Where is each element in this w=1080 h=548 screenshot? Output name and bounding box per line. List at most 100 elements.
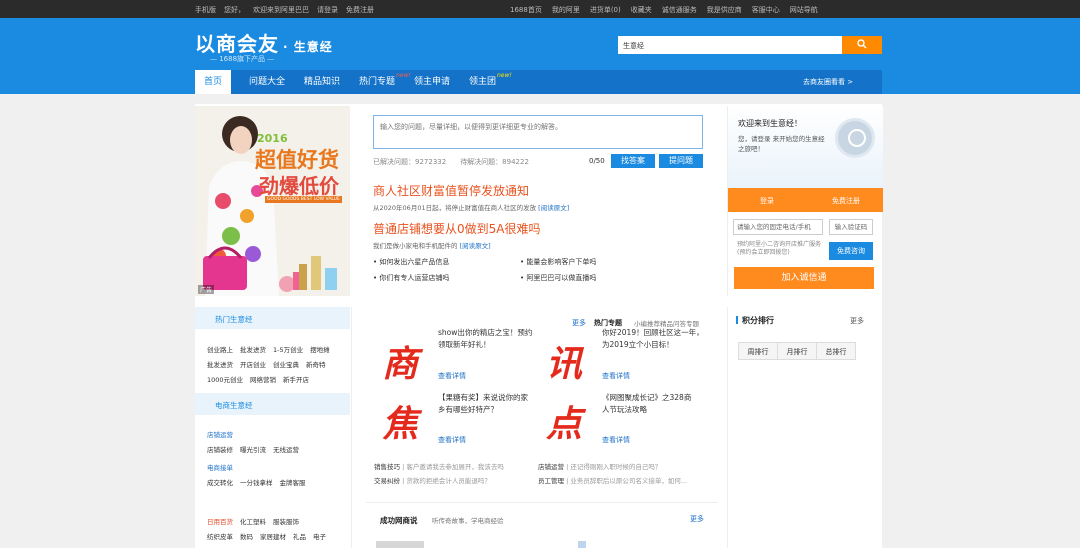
register-button[interactable]: 免费注册	[832, 196, 860, 206]
tab-weekly[interactable]: 周排行	[738, 342, 778, 360]
register-link[interactable]: 免费注册	[346, 5, 374, 15]
nav-knowledge[interactable]: 精品知识	[304, 70, 340, 94]
nav-home[interactable]: 首页	[195, 70, 231, 94]
mobile-link[interactable]: 手机版	[195, 5, 216, 15]
list-item[interactable]: • 你们有专人运营店铺吗	[373, 273, 449, 283]
ask-question-button[interactable]: 提问题	[659, 154, 703, 168]
list-item[interactable]: • 如何发出六星产品信息	[373, 257, 449, 267]
sidebar-link[interactable]: 数码	[240, 531, 253, 541]
top-link-favorites[interactable]: 收藏夹	[631, 5, 652, 15]
sidebar-section-hot: 热门生意经	[195, 307, 350, 329]
captcha-input[interactable]: 输入验证码	[829, 219, 873, 235]
table-row[interactable]: 销售技巧 | 客户邀请我去参加展开，我该去吗	[374, 461, 504, 471]
table-row[interactable]: 员工管理 | 业务员辞职后以原公司名义接单，如何...	[538, 475, 687, 485]
header: 以商会友 · 生意经 — 1688旗下产品 — 生意经	[0, 18, 1080, 70]
nav-lord-new-badge: new!	[497, 72, 512, 79]
sidebar-link[interactable]: 电子	[313, 531, 326, 541]
top-link-home[interactable]: 1688首页	[510, 5, 542, 15]
sidebar-link[interactable]: 成交转化	[207, 477, 233, 487]
news-desc-2-text: 我们是做小家电和手机配件的	[373, 242, 458, 250]
sidebar-link[interactable]: 批发进货	[207, 359, 233, 369]
table-row[interactable]: 交易纠纷 | 货款的拒绝会计人员能退吗？	[374, 475, 491, 485]
sidebar-category-orders[interactable]: 电商接单	[207, 462, 233, 472]
feature-article-2[interactable]: 你好2019！回顾社区这一年，为2019立个小目标！	[602, 327, 706, 351]
ad-label: 广告	[198, 285, 215, 294]
sidebar-link[interactable]: 一分钱拿样	[240, 477, 273, 487]
search-input[interactable]	[659, 38, 841, 52]
sidebar-link[interactable]: 1-5万创业	[273, 344, 303, 354]
search-icon	[857, 39, 867, 49]
view-details-2[interactable]: 查看详情	[602, 371, 630, 381]
sidebar-link[interactable]: 化工塑料	[240, 516, 266, 526]
feature-article-3[interactable]: 【果糖有奖】来说说你的家乡有哪些好特产？	[438, 392, 534, 416]
list-item[interactable]: • 阿里巴巴可以做直播吗	[520, 273, 596, 283]
tab-monthly[interactable]: 月排行	[777, 342, 817, 360]
sidebar-link[interactable]: 无线运营	[273, 444, 299, 454]
ad-banner[interactable]: 2016 超值好货 劲爆低价 GOOD GOODS BEST LOW VALUE…	[195, 106, 350, 296]
sidebar-link[interactable]: 金牌客服	[280, 477, 306, 487]
list-item[interactable]: • 能量会影响客户下单吗	[520, 257, 596, 267]
story-icon	[578, 541, 586, 548]
view-details-3[interactable]: 查看详情	[438, 435, 466, 445]
feature-char-4: 点	[546, 403, 583, 445]
search-scope-select[interactable]: 生意经	[623, 41, 644, 51]
site-logo[interactable]: 以商会友 · 生意经	[195, 28, 333, 57]
top-link-cart[interactable]: 进货单(0)	[590, 5, 621, 15]
news-read-more-2[interactable]: [阅读原文]	[460, 242, 491, 250]
sidebar-link[interactable]: 日用百货	[207, 516, 233, 526]
join-button[interactable]: 加入诚信通	[734, 267, 874, 289]
sidebar-category-store[interactable]: 店铺运营	[207, 429, 233, 439]
top-link-help[interactable]: 客服中心	[752, 5, 780, 15]
sidebar-link[interactable]: 曝光引流	[240, 444, 266, 454]
sidebar-link[interactable]: 创业路上	[207, 344, 233, 354]
find-answer-button[interactable]: 找答案	[611, 154, 655, 168]
sidebar-link[interactable]: 1000元创业	[207, 374, 243, 384]
search-box: 生意经	[618, 36, 882, 54]
nav-friends-link[interactable]: 去商友圈看看 >	[803, 70, 853, 94]
nav-topics[interactable]: 热门专题	[359, 70, 395, 94]
top-link-supplier[interactable]: 我是供应商	[707, 5, 742, 15]
phone-input[interactable]: 请输入您的固定电话/手机	[733, 219, 823, 235]
free-consult-button[interactable]: 免费咨询	[829, 242, 873, 260]
sidebar-link[interactable]: 开店创业	[240, 359, 266, 369]
sidebar-link[interactable]: 店铺装修	[207, 444, 233, 454]
main-nav: 首页 问题大全 精品知识 热门专题 new! 领主申请 领主团 new! 去商友…	[0, 70, 1080, 94]
rank-tabs: 周排行 月排行 总排行	[738, 342, 856, 360]
feature-more-link[interactable]: 更多	[572, 318, 586, 328]
story-thumbnail[interactable]	[376, 541, 424, 548]
row-category: 员工管理	[538, 477, 564, 485]
login-button[interactable]: 登录	[760, 196, 774, 206]
feature-article-1[interactable]: show出你的精店之宝！预约领取新年好礼！	[438, 327, 534, 351]
rank-more-link[interactable]: 更多	[850, 316, 864, 326]
search-button[interactable]	[842, 36, 882, 54]
sidebar-link[interactable]: 网络营销	[250, 374, 276, 384]
sidebar-link[interactable]: 摆地摊	[310, 344, 330, 354]
nav-apply[interactable]: 领主申请	[414, 70, 450, 94]
sidebar-link[interactable]: 礼品	[293, 531, 306, 541]
top-link-sitemap[interactable]: 网站导航	[790, 5, 818, 15]
sidebar-link[interactable]: 新手开店	[283, 374, 309, 384]
sidebar-link[interactable]: 创业宝典	[273, 359, 299, 369]
view-details-1[interactable]: 查看详情	[438, 371, 466, 381]
sidebar-link[interactable]: 家居建材	[260, 531, 286, 541]
nav-questions[interactable]: 问题大全	[249, 70, 285, 94]
news-title-2[interactable]: 普通店铺想要从0做到5A很难吗	[373, 220, 540, 237]
tab-total[interactable]: 总排行	[816, 342, 856, 360]
solved-count: 已解决问题：9272332	[373, 158, 447, 166]
sidebar-link[interactable]: 新奇特	[306, 359, 326, 369]
news-read-more-1[interactable]: [阅读原文]	[538, 204, 569, 212]
sidebar-link[interactable]: 纺织皮革	[207, 531, 233, 541]
success-more-link[interactable]: 更多	[690, 514, 704, 524]
feature-article-4[interactable]: 《网图聚成长记》之328商人节玩法攻略	[602, 392, 698, 416]
view-details-4[interactable]: 查看详情	[602, 435, 630, 445]
sidebar-link[interactable]: 批发进货	[240, 344, 266, 354]
top-link-my-ali[interactable]: 我的阿里	[552, 5, 580, 15]
question-input[interactable]	[374, 116, 702, 148]
login-link[interactable]: 请登录	[317, 5, 338, 15]
news-title-1[interactable]: 商人社区财富值暂停发放通知	[373, 182, 529, 199]
table-row[interactable]: 店铺运营 | 还记得刚刚入职时候的自己吗？	[538, 461, 661, 471]
row-text: 货款的拒绝会计人员能退吗？	[406, 477, 491, 485]
top-link-service[interactable]: 诚信通服务	[662, 5, 697, 15]
nav-lord-group[interactable]: 领主团	[469, 70, 496, 94]
sidebar-link[interactable]: 服装服饰	[273, 516, 299, 526]
